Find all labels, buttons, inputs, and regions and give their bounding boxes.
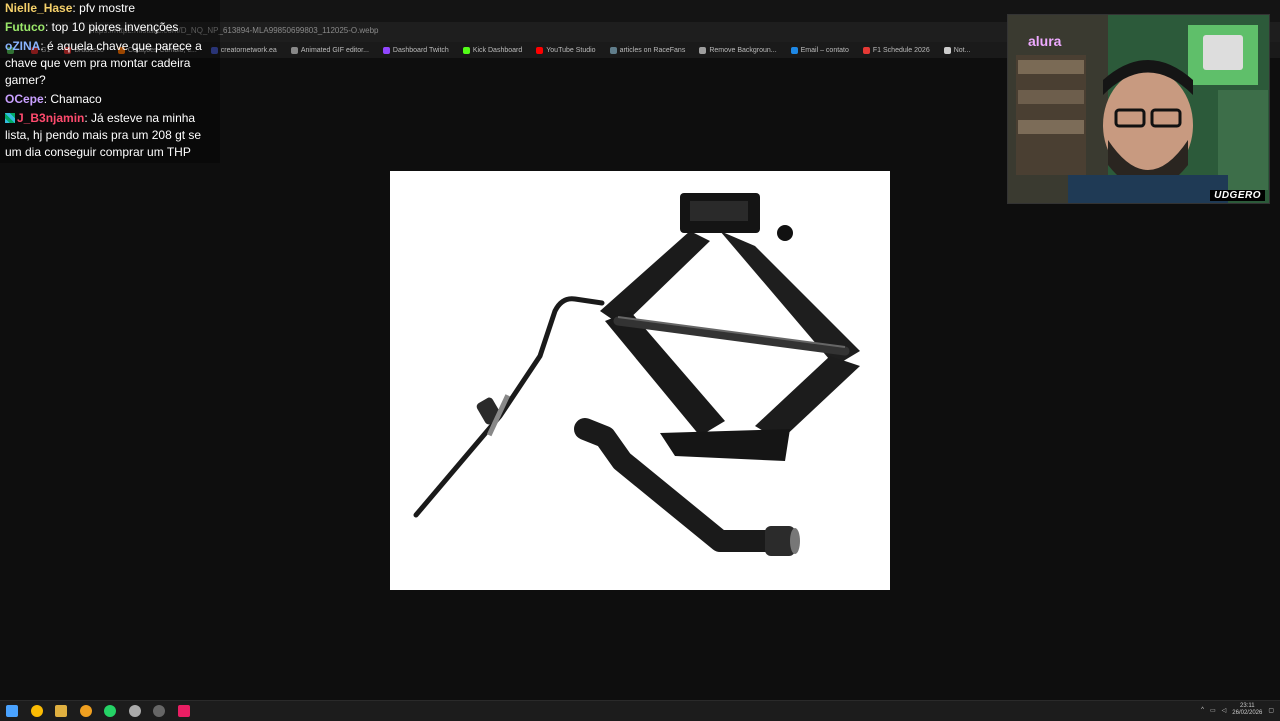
chat-separator: : bbox=[40, 39, 47, 53]
bookmark-label: F1 Schedule 2026 bbox=[872, 46, 930, 54]
app-icon-2[interactable] bbox=[153, 705, 165, 717]
chat-username: J_B3njamin bbox=[17, 111, 85, 125]
chat-text: Chamaco bbox=[50, 92, 102, 106]
bookmark-label: Dashboard Twitch bbox=[392, 46, 449, 54]
bookmark-item[interactable]: F1 Schedule 2026 bbox=[856, 46, 937, 54]
chat-text: top 10 piores invenções bbox=[51, 20, 179, 34]
network-icon[interactable]: ▭ bbox=[1210, 707, 1216, 714]
car-jack-image bbox=[413, 193, 860, 556]
bookmark-favicon-icon bbox=[536, 46, 544, 54]
displayed-image bbox=[390, 171, 890, 590]
bookmark-favicon-icon bbox=[382, 46, 390, 54]
bookmark-item[interactable]: YouTube Studio bbox=[529, 46, 602, 54]
bookmark-item[interactable]: Dashboard Twitch bbox=[376, 46, 456, 54]
windows-start-icon[interactable] bbox=[6, 705, 18, 717]
bookmark-favicon-icon bbox=[290, 46, 298, 54]
streamer-logo: UDGERO bbox=[1210, 190, 1265, 201]
bookmark-item[interactable]: Animated GIF editor... bbox=[284, 46, 376, 54]
bookmark-favicon-icon bbox=[790, 46, 798, 54]
chat-username: Futuco bbox=[5, 20, 45, 34]
app-icon[interactable] bbox=[80, 705, 92, 717]
bookmark-item[interactable]: Kick Dashboard bbox=[456, 46, 529, 54]
bookmark-item[interactable]: articles on RaceFans bbox=[603, 46, 693, 54]
notification-icon[interactable]: ▢ bbox=[1268, 707, 1274, 714]
bookmark-item[interactable]: Not... bbox=[937, 46, 978, 54]
bookmark-favicon-icon bbox=[943, 46, 951, 54]
bookmark-label: creatornetwork.ea bbox=[220, 46, 277, 54]
chat-message: Nielle_Hase: pfv mostre bbox=[5, 0, 220, 17]
bookmark-item[interactable]: Email – contato bbox=[784, 46, 856, 54]
obs-icon[interactable] bbox=[129, 705, 141, 717]
clock[interactable]: 23:11 26/02/2026 bbox=[1232, 703, 1262, 717]
webcam-overlay: alura UDGERO bbox=[1007, 14, 1270, 204]
bookmark-label: Remove Backgroun... bbox=[709, 46, 777, 54]
bookmark-label: Animated GIF editor... bbox=[300, 46, 369, 54]
app-icon-3[interactable] bbox=[178, 705, 190, 717]
chat-message: oZINA: é aquela chave que parece a chave… bbox=[5, 38, 220, 89]
bookmark-label: Kick Dashboard bbox=[472, 46, 523, 54]
bookmark-label: articles on RaceFans bbox=[619, 46, 686, 54]
clock-time: 23:11 bbox=[1240, 703, 1255, 709]
chrome-icon[interactable] bbox=[31, 705, 43, 717]
taskbar: ^ ▭ ◁ 23:11 26/02/2026 ▢ bbox=[0, 700, 1280, 721]
clock-date: 26/02/2026 bbox=[1232, 710, 1263, 716]
bookmark-favicon-icon bbox=[462, 46, 470, 54]
subscriber-badge-icon bbox=[5, 113, 15, 123]
chat-username: Nielle_Hase bbox=[5, 1, 73, 15]
bookmark-favicon-icon bbox=[609, 46, 617, 54]
whatsapp-icon[interactable] bbox=[104, 705, 116, 717]
bookmark-item[interactable]: Remove Backgroun... bbox=[692, 46, 783, 54]
tray-chevron-icon[interactable]: ^ bbox=[1201, 707, 1204, 713]
chat-text: pfv mostre bbox=[79, 1, 136, 15]
chat-message: J_B3njamin: Já esteve na minha lista, hj… bbox=[5, 110, 220, 161]
bookmark-favicon-icon bbox=[862, 46, 870, 54]
bookmark-label: Email – contato bbox=[800, 46, 849, 54]
bookmark-label: Not... bbox=[953, 46, 971, 54]
volume-icon[interactable]: ◁ bbox=[1222, 707, 1227, 714]
chat-username: oZINA bbox=[5, 39, 41, 53]
file-explorer-icon[interactable] bbox=[55, 705, 67, 717]
chat-message: Futuco: top 10 piores invenções bbox=[5, 19, 220, 36]
chat-separator: : bbox=[45, 20, 52, 34]
chat-overlay: Nielle_Hase: pfv mostre Futuco: top 10 pi… bbox=[0, 0, 220, 163]
wall-sign: alura bbox=[1028, 33, 1062, 49]
chat-message: OCepe: Chamaco bbox=[5, 91, 220, 108]
bookmark-label: YouTube Studio bbox=[546, 46, 596, 54]
bookmark-favicon-icon bbox=[699, 46, 707, 54]
chat-username: OCepe bbox=[5, 92, 44, 106]
system-tray: ^ ▭ ◁ 23:11 26/02/2026 ▢ bbox=[1201, 703, 1274, 717]
